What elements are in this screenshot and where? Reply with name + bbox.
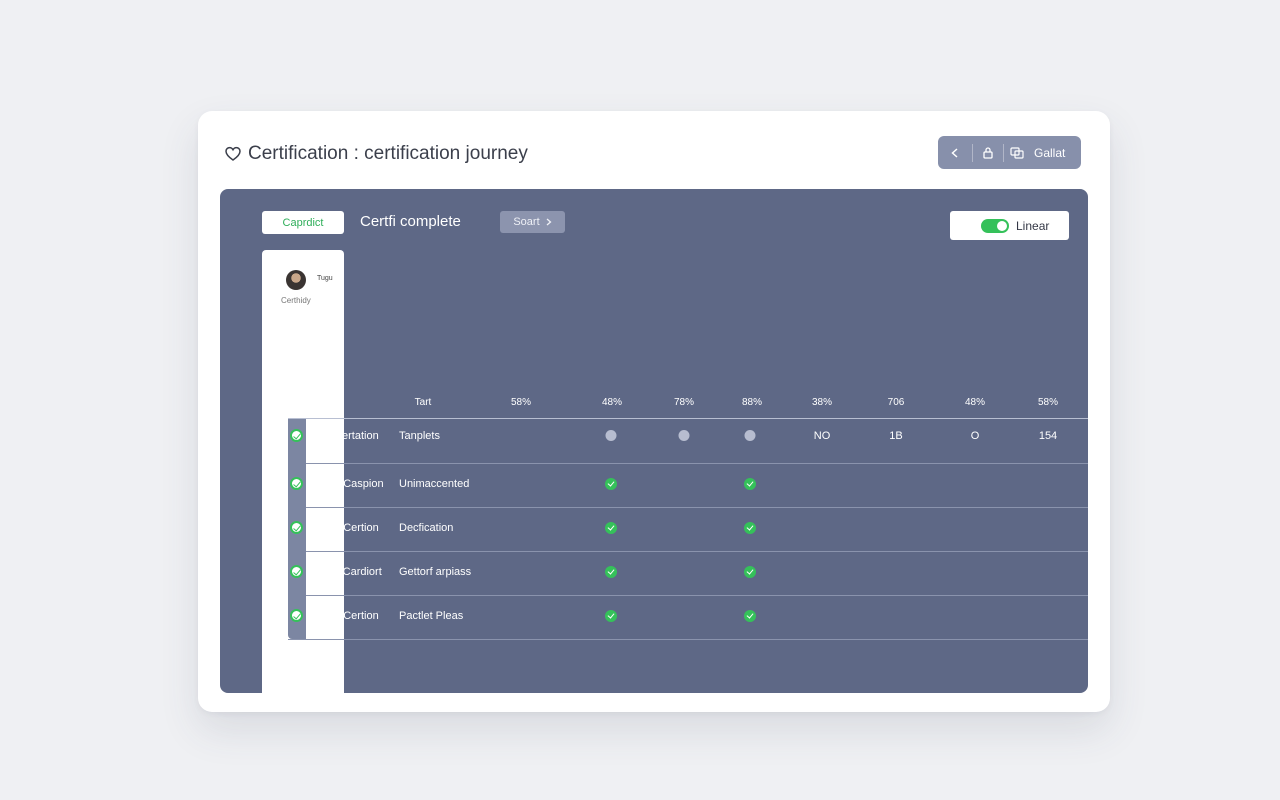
check-icon (744, 610, 756, 622)
copy-button[interactable] (1004, 136, 1030, 169)
certification-table: CaCertation Tanplets NO 1B O 154 Uad Cas… (288, 418, 1088, 640)
toggle-label: Linear (1016, 218, 1050, 233)
check-icon (744, 478, 756, 490)
sidebar-subtitle: Certhidy (281, 296, 311, 305)
table-row[interactable]: Ced Certion Pactlet Pleas (288, 595, 1088, 640)
row-value: 154 (1038, 430, 1058, 442)
filter-pill-active[interactable]: Caprdict (262, 211, 344, 234)
column-header[interactable]: Tart (415, 397, 432, 408)
row-name: Ced Certion (320, 610, 379, 622)
row-name: Cad Certion (320, 522, 379, 534)
column-header[interactable]: 58% (511, 397, 531, 408)
check-icon (744, 566, 756, 578)
check-circle-icon (290, 609, 303, 622)
window-toolbar: Gallat (938, 136, 1081, 169)
status-dot (605, 430, 617, 441)
sort-label: Soart (513, 216, 540, 228)
copy-icon (1010, 146, 1024, 159)
sort-button[interactable]: Soart (500, 211, 565, 233)
chevron-right-icon (546, 218, 552, 226)
toolbar-action-button[interactable]: Gallat (1030, 136, 1065, 169)
linear-toggle[interactable]: Linear (950, 211, 1069, 240)
check-circle-icon (290, 429, 303, 442)
heart-outline-icon (224, 145, 242, 163)
status-dot (744, 430, 756, 441)
table-row[interactable]: Ped Cardiort Gettorf arpiass (288, 551, 1088, 596)
check-circle-icon (290, 477, 303, 490)
row-value: 1B (889, 430, 903, 442)
column-header[interactable]: 58% (1038, 397, 1058, 408)
status-dot (678, 430, 690, 441)
avatar[interactable] (286, 270, 306, 290)
window-title: Certification : certification journey (224, 142, 528, 166)
row-description: Tanplets (399, 430, 440, 442)
check-icon (744, 522, 756, 534)
check-icon (605, 566, 617, 578)
column-header[interactable]: 88% (742, 397, 762, 408)
certification-window: Certification : certification journey Ga… (198, 111, 1110, 712)
row-value: O (970, 430, 980, 442)
panel-heading: Certfi complete (360, 212, 461, 230)
row-name: Uad Caspion (320, 478, 384, 490)
check-circle-icon (290, 521, 303, 534)
table-row[interactable]: CaCertation Tanplets NO 1B O 154 (288, 419, 1088, 464)
table-row[interactable]: Uad Caspion Unimaccented (288, 463, 1088, 508)
table-header: Tart 58% 48% 78% 88% 38% 706 48% 58% (220, 397, 1088, 417)
row-description: Gettorf arpiass (399, 566, 472, 578)
check-icon (605, 522, 617, 534)
certification-panel: Caprdict Certfi complete Soart Linear Tu… (220, 189, 1088, 693)
column-header[interactable]: 38% (812, 397, 832, 408)
window-title-text: Certification : certification journey (248, 143, 528, 164)
lock-button[interactable] (973, 136, 1003, 169)
check-icon (605, 610, 617, 622)
check-circle-icon (290, 565, 303, 578)
toggle-knob (997, 220, 1007, 231)
table-row[interactable]: Cad Certion Decfication (288, 507, 1088, 552)
column-header[interactable]: 48% (602, 397, 622, 408)
row-name: CaCertation (320, 430, 379, 442)
row-description: Decfication (399, 522, 454, 534)
column-header[interactable]: 78% (674, 397, 694, 408)
row-value: NO (813, 430, 831, 442)
lock-icon (983, 147, 993, 159)
arrow-left-icon (951, 147, 958, 158)
row-name: Ped Cardiort (320, 566, 382, 578)
column-header[interactable]: 706 (888, 397, 905, 408)
check-icon (605, 478, 617, 490)
column-header[interactable]: 48% (965, 397, 985, 408)
row-description: Unimaccented (399, 478, 470, 490)
sidebar-user-name: Tugu (317, 275, 333, 282)
toggle-switch[interactable] (981, 218, 1009, 233)
back-button[interactable] (938, 136, 972, 169)
row-description: Pactlet Pleas (399, 610, 464, 622)
